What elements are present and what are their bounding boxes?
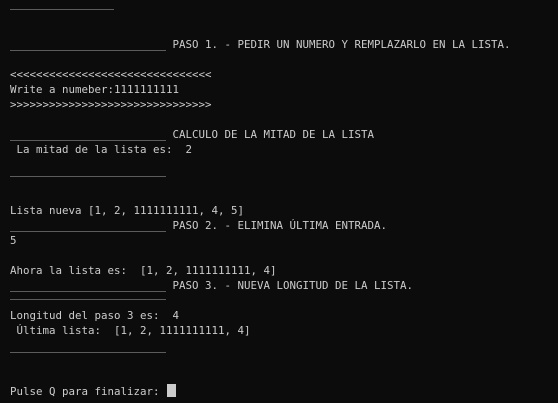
decorative-line: >>>>>>>>>>>>>>>>>>>>>>>>>>>>>>> [10,98,212,111]
new-list-output: Lista nueva [1, 2, 1111111111, 4, 5] [10,204,245,217]
separator-line: ________________ [10,0,115,10]
length-output: Longitud del paso 3 es: 4 [10,309,180,322]
finish-prompt-text: Pulse Q para finalizar: [10,385,167,398]
step-1-header: ________________________ PASO 1. - PEDIR… [10,38,511,51]
separator-line: ________________________ [10,340,167,353]
console-window[interactable]: ________________ _______________________… [0,0,558,403]
half-calculation-header: ________________________ CALCULO DE LA M… [10,128,375,141]
step-2-header: ________________________ PASO 2. - ELIMI… [10,219,388,232]
decorative-line: <<<<<<<<<<<<<<<<<<<<<<<<<<<<<<< [10,68,212,81]
removed-value-output: 5 [10,234,17,247]
finish-prompt[interactable]: Pulse Q para finalizar: [10,384,177,399]
half-result: La mitad de la lista es: 2 [10,143,193,156]
separator-line: ________________________ [10,287,167,300]
current-list-output: Ahora la lista es: [1, 2, 1111111111, 4] [10,264,277,277]
text-cursor [167,384,177,397]
number-prompt: Write a numeber:1111111111 [10,83,180,96]
last-list-output: Última lista: [1, 2, 1111111111, 4] [10,324,251,337]
separator-line: ________________________ [10,164,167,177]
